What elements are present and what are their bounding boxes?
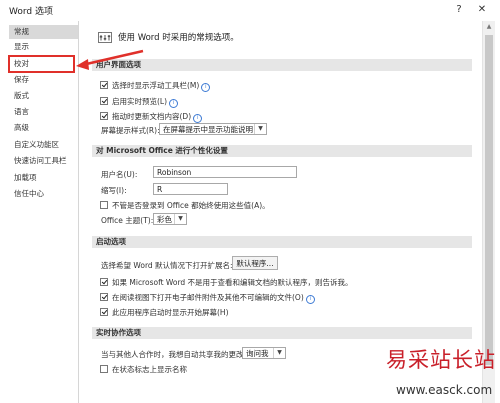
annotation-arrow-icon: [76, 49, 144, 70]
watermark-brand: 易采站长站: [386, 348, 496, 372]
watermark-url: www.easck.com: [396, 383, 493, 397]
word-options-window: Word 选项 ? ✕ 常规 显示 校对 保存 版式 语言 高级 自定义功能区 …: [0, 0, 500, 403]
